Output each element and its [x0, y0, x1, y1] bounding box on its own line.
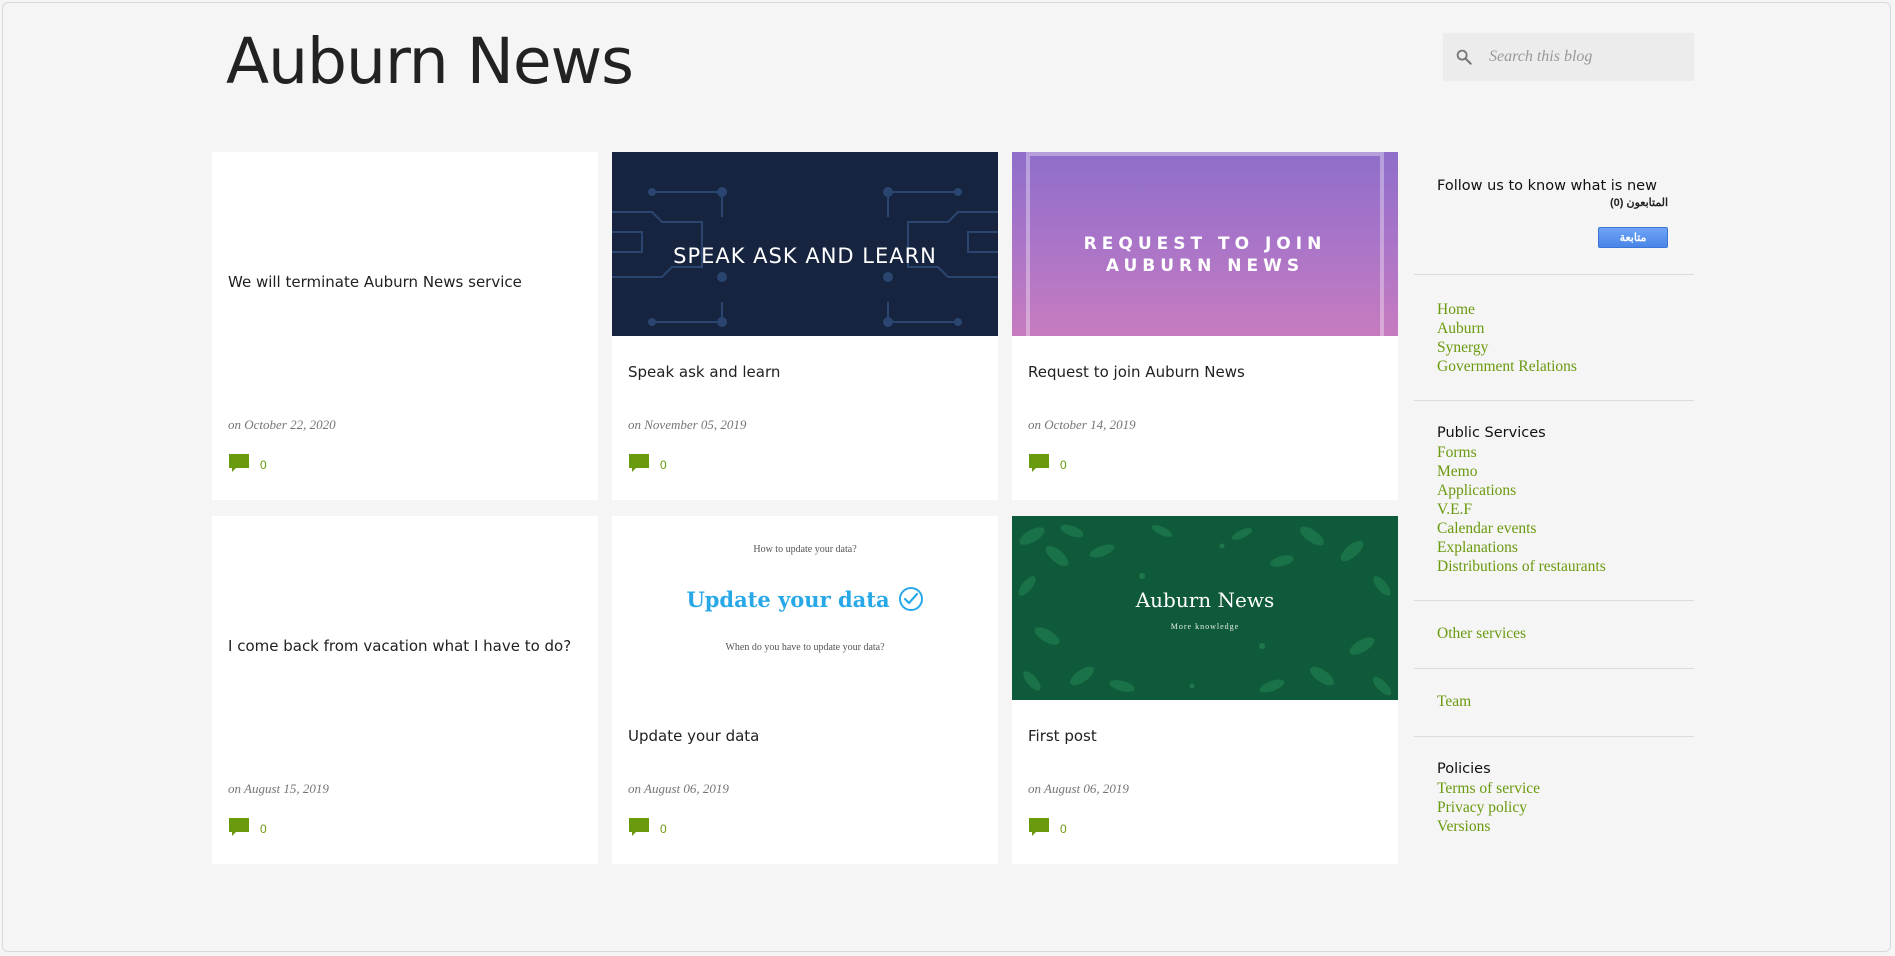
- nav-link-synergy[interactable]: Synergy: [1437, 338, 1577, 357]
- post-title[interactable]: I come back from vacation what I have to…: [228, 636, 582, 656]
- link-other-services[interactable]: Other services: [1437, 624, 1526, 643]
- post-title[interactable]: Speak ask and learn: [628, 362, 982, 382]
- link-vef[interactable]: V.E.F: [1437, 500, 1606, 519]
- divider: [1414, 274, 1694, 275]
- comment-icon: [229, 454, 249, 472]
- divider: [1414, 668, 1694, 669]
- link-privacy-policy[interactable]: Privacy policy: [1437, 798, 1540, 817]
- banner-text-line-1: REQUEST TO JOIN: [1083, 234, 1327, 254]
- link-memo[interactable]: Memo: [1437, 462, 1606, 481]
- post-card[interactable]: I come back from vacation what I have to…: [212, 516, 598, 864]
- post-date: on November 05, 2019: [628, 417, 747, 432]
- link-applications[interactable]: Applications: [1437, 481, 1606, 500]
- follow-button[interactable]: متابعة: [1598, 227, 1668, 248]
- post-thumbnail[interactable]: REQUEST TO JOIN AUBURN NEWS: [1012, 152, 1398, 336]
- post-thumbnail[interactable]: How to update your data? Update your dat…: [612, 516, 998, 700]
- post-card[interactable]: We will terminate Auburn News service on…: [212, 152, 598, 500]
- banner-text-sub: More knowledge: [1170, 622, 1240, 631]
- post-thumbnail[interactable]: Auburn News More knowledge: [1012, 516, 1398, 700]
- banner-text-line-2: AUBURN NEWS: [1105, 256, 1305, 276]
- post-card[interactable]: SPEAK ASK AND LEARN Speak ask and learn …: [612, 152, 998, 500]
- comments-link[interactable]: 0: [628, 817, 667, 837]
- post-card[interactable]: Auburn News More knowledge First post on…: [1012, 516, 1398, 864]
- divider: [1414, 400, 1694, 401]
- search-box[interactable]: [1443, 33, 1694, 81]
- follow-widget-title: Follow us to know what is new: [1437, 178, 1657, 194]
- public-services-section: Public Services Forms Memo Applications …: [1437, 424, 1606, 576]
- banner-text-main: Update your data: [686, 587, 890, 612]
- comments-link[interactable]: 0: [228, 817, 267, 837]
- post-date: on October 14, 2019: [1028, 417, 1136, 432]
- comment-icon: [629, 818, 649, 836]
- comment-icon: [229, 818, 249, 836]
- link-distributions-of-restaurants[interactable]: Distributions of restaurants: [1437, 557, 1606, 576]
- comment-count: 0: [260, 822, 267, 836]
- post-title[interactable]: Update your data: [628, 726, 982, 746]
- nav-link-home[interactable]: Home: [1437, 300, 1577, 319]
- policies-section: Policies Terms of service Privacy policy…: [1437, 760, 1540, 836]
- banner-text-bottom: When do you have to update your data?: [725, 642, 885, 653]
- link-calendar-events[interactable]: Calendar events: [1437, 519, 1606, 538]
- comments-link[interactable]: 0: [1028, 817, 1067, 837]
- link-versions[interactable]: Versions: [1437, 817, 1540, 836]
- post-card[interactable]: REQUEST TO JOIN AUBURN NEWS Request to j…: [1012, 152, 1398, 500]
- search-icon[interactable]: [1443, 33, 1485, 81]
- comments-link[interactable]: 0: [628, 453, 667, 473]
- divider: [1414, 600, 1694, 601]
- circuit-pattern-image: SPEAK ASK AND LEARN: [612, 187, 998, 327]
- link-terms-of-service[interactable]: Terms of service: [1437, 779, 1540, 798]
- check-circle-icon: [898, 587, 923, 611]
- comments-link[interactable]: 0: [1028, 453, 1067, 473]
- other-services-section: Other services: [1437, 624, 1526, 643]
- divider: [1414, 736, 1694, 737]
- nav-link-government-relations[interactable]: Government Relations: [1437, 357, 1577, 376]
- public-services-heading: Public Services: [1437, 425, 1546, 441]
- nav-link-auburn[interactable]: Auburn: [1437, 319, 1577, 338]
- link-forms[interactable]: Forms: [1437, 443, 1606, 462]
- followers-count[interactable]: المتابعون (0): [1610, 196, 1668, 209]
- policies-heading: Policies: [1437, 761, 1491, 777]
- post-thumbnail[interactable]: SPEAK ASK AND LEARN: [612, 152, 998, 336]
- search-input[interactable]: [1489, 48, 1689, 66]
- link-explanations[interactable]: Explanations: [1437, 538, 1606, 557]
- banner-headline: Update your data: [612, 586, 998, 612]
- comment-count: 0: [260, 458, 267, 472]
- comment-icon: [629, 454, 649, 472]
- comments-link[interactable]: 0: [228, 453, 267, 473]
- banner-text-main: Auburn News: [1135, 588, 1275, 612]
- post-title[interactable]: Request to join Auburn News: [1028, 362, 1382, 382]
- comment-count: 0: [660, 458, 667, 472]
- link-team[interactable]: Team: [1437, 692, 1471, 711]
- post-date: on August 15, 2019: [228, 781, 329, 796]
- comment-icon: [1029, 454, 1049, 472]
- post-date: on October 22, 2020: [228, 417, 336, 432]
- comment-count: 0: [660, 822, 667, 836]
- blog-title[interactable]: Auburn News: [226, 30, 634, 93]
- post-card[interactable]: How to update your data? Update your dat…: [612, 516, 998, 864]
- post-title[interactable]: First post: [1028, 726, 1382, 746]
- comment-count: 0: [1060, 458, 1067, 472]
- banner-text-top: How to update your data?: [753, 544, 857, 555]
- pages-list: Home Auburn Synergy Government Relations: [1437, 300, 1577, 376]
- team-section: Team: [1437, 692, 1471, 711]
- post-date: on August 06, 2019: [1028, 781, 1129, 796]
- comment-count: 0: [1060, 822, 1067, 836]
- banner-text: SPEAK ASK AND LEARN: [673, 244, 937, 268]
- post-date: on August 06, 2019: [628, 781, 729, 796]
- post-title[interactable]: We will terminate Auburn News service: [228, 272, 582, 292]
- comment-icon: [1029, 818, 1049, 836]
